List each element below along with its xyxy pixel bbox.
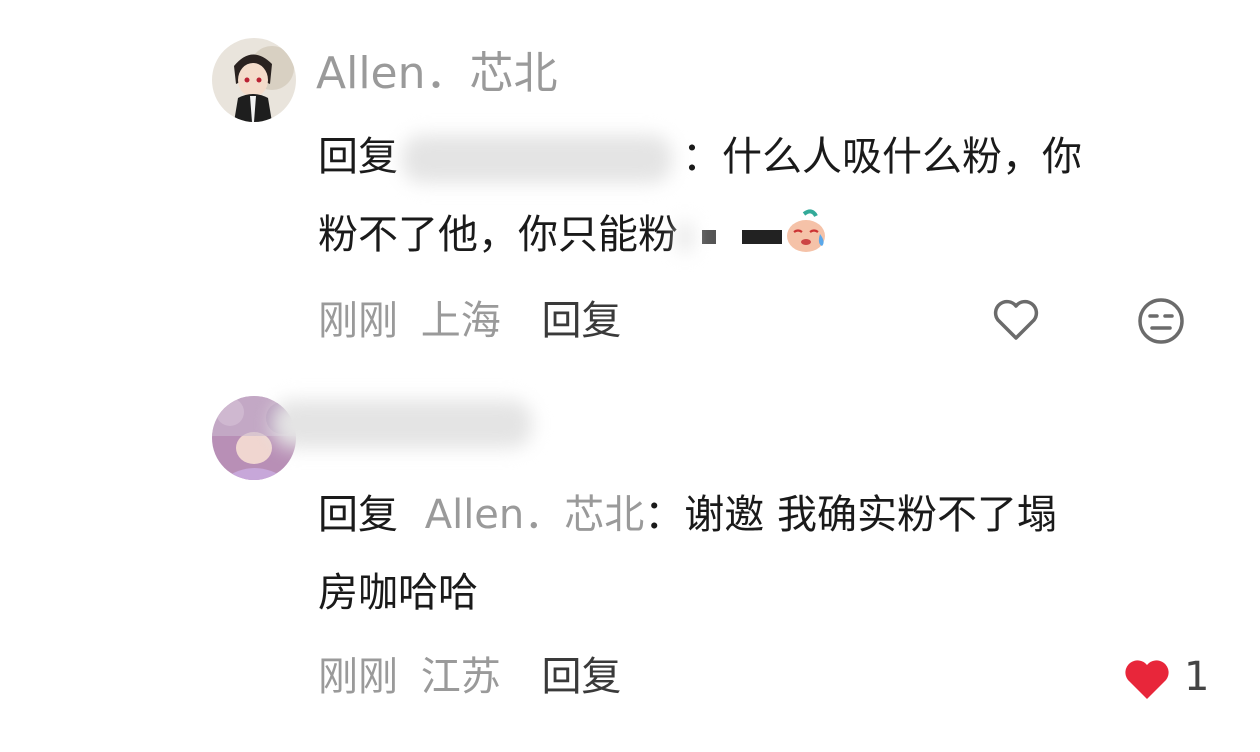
heart-filled-icon[interactable] [1120,652,1174,710]
crying-emoji-icon [782,204,830,282]
comment-text-line1: ：谢邀 我确实粉不了塌 [644,492,1057,538]
blurred-content [678,222,692,252]
redaction-mark [702,230,716,244]
comment-text-line2: 房咖哈哈 [318,570,478,616]
timestamp: 刚刚 [318,654,398,700]
reply-button[interactable]: 回复 [541,654,621,700]
location: 江苏 [420,654,501,700]
comment-text-line2: 粉不了他，你只能粉 [318,212,678,258]
blurred-mention [402,135,672,183]
reply-prefix: 回复 [318,134,398,180]
comment-meta: 刚刚 江苏 回复 [318,652,621,702]
blurred-username [272,400,532,448]
comment-text: 回复 ：什么人吸什么粉，你 粉不了他，你只能粉 [318,118,1198,282]
heart-outline-icon[interactable] [990,294,1042,350]
comment-meta: 刚刚 上海 回复 [318,296,621,346]
reply-button[interactable]: 回复 [541,298,621,344]
mention-username[interactable]: Allen．芯北 [425,492,645,538]
redaction-bar [742,230,782,244]
comment-text-line1: ：什么人吸什么粉，你 [682,134,1082,180]
comment-1: Allen．芯北 回复 ：什么人吸什么粉，你 粉不了他，你只能粉 刚刚 上海 回复 [0,0,1260,360]
comment-text: 回复 Allen．芯北：谢邀 我确实粉不了塌 房咖哈哈 [318,476,1198,632]
comment-2: 回复 Allen．芯北：谢邀 我确实粉不了塌 房咖哈哈 刚刚 江苏 回复 1 [0,360,1260,752]
meh-face-icon[interactable] [1136,296,1186,350]
reply-prefix: 回复 [318,492,398,538]
username[interactable]: Allen．芯北 [316,44,558,104]
avatar[interactable] [212,38,296,122]
timestamp: 刚刚 [318,298,398,344]
like-count: 1 [1184,654,1210,700]
location: 上海 [420,298,501,344]
